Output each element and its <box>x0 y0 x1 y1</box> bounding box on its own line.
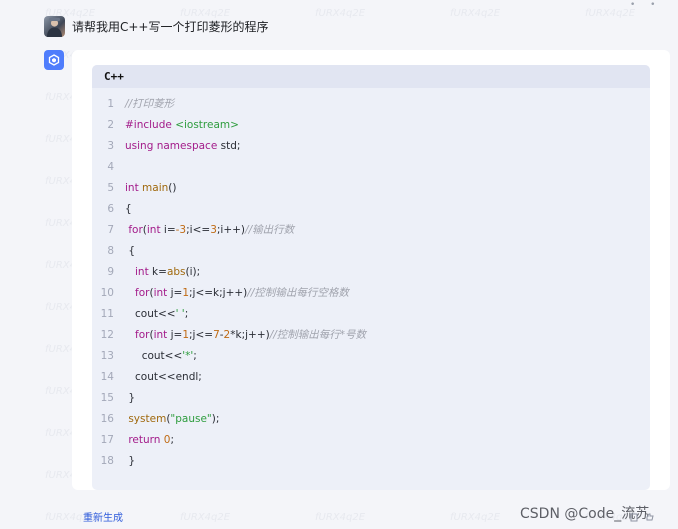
line-number: 14 <box>100 370 114 383</box>
code-text: { <box>125 202 132 215</box>
code-text: int main() <box>125 181 177 194</box>
code-line: 12 for(int j=1;j<=7-2*k;j++)//控制输出每行*号数 <box>92 324 650 345</box>
code-text: return 0; <box>125 433 175 446</box>
code-text: cout<<' '; <box>125 307 189 320</box>
watermark-text: fURX4q2E <box>315 512 366 523</box>
code-text: { <box>125 244 136 257</box>
top-toolbar-icons[interactable]: • • <box>630 0 661 10</box>
code-line: 17 return 0; <box>92 429 650 450</box>
code-line: 15 } <box>92 387 650 408</box>
watermark-text: fURX4q2E <box>585 8 636 19</box>
line-number: 6 <box>107 202 114 215</box>
line-number: 13 <box>100 349 114 362</box>
code-line: 6{ <box>92 198 650 219</box>
code-text: for(int i=-3;i<=3;i++)//输出行数 <box>125 224 295 236</box>
code-block: C++ 1 //打印菱形 2 #include <iostream> 3 using na… <box>92 65 650 490</box>
code-line: 10 for(int j=1;j<=k;j++)//控制输出每行空格数 <box>92 282 650 303</box>
line-number: 9 <box>107 265 114 278</box>
code-text: int k=abs(i); <box>125 265 201 278</box>
code-language-label: C++ <box>92 65 650 88</box>
code-line: 5 int main() <box>92 177 650 198</box>
line-number: 10 <box>100 286 114 299</box>
watermark-text: fURX4q2E <box>450 8 501 19</box>
thumbs-up-icon[interactable] <box>645 507 655 521</box>
user-avatar <box>44 15 65 37</box>
watermark-text: fURX4q2E <box>315 8 366 19</box>
user-message-row: 请帮我用C++写一个打印菱形的程序 <box>44 15 269 37</box>
regenerate-button[interactable]: 重新生成 <box>83 509 123 524</box>
line-number: 3 <box>107 139 114 152</box>
watermark-text: fURX4q2E <box>450 512 501 523</box>
code-text: for(int j=1;j<=k;j++)//控制输出每行空格数 <box>125 287 349 299</box>
code-line: 11 cout<<' '; <box>92 303 650 324</box>
code-line: 14 cout<<endl; <box>92 366 650 387</box>
code-line: 2 #include <iostream> <box>92 114 650 135</box>
code-body: 1 //打印菱形 2 #include <iostream> 3 using namesp… <box>92 88 650 471</box>
code-text: for(int j=1;j<=7-2*k;j++)//控制输出每行*号数 <box>125 329 367 341</box>
line-number: 1 <box>107 97 114 110</box>
line-number: 12 <box>100 328 114 341</box>
line-number: 15 <box>100 391 114 404</box>
code-line: 16 system("pause"); <box>92 408 650 429</box>
line-number: 11 <box>100 307 114 320</box>
line-number: 5 <box>107 181 114 194</box>
line-number: 8 <box>107 244 114 257</box>
code-text: } <box>125 454 136 467</box>
code-text: cout<<endl; <box>125 370 202 383</box>
code-line: 18 } <box>92 450 650 471</box>
code-text: using namespace std; <box>125 139 241 152</box>
code-line: 3 using namespace std; <box>92 135 650 156</box>
user-message-text: 请帮我用C++写一个打印菱形的程序 <box>72 19 269 34</box>
code-text: //打印菱形 <box>125 98 175 110</box>
line-number: 4 <box>107 160 114 173</box>
line-number: 7 <box>107 223 114 236</box>
code-line: 4 <box>92 156 650 177</box>
code-text: cout<<'*'; <box>125 349 197 362</box>
line-number: 17 <box>100 433 114 446</box>
assistant-answer-card: C++ 1 //打印菱形 2 #include <iostream> 3 using na… <box>72 50 670 490</box>
copy-icon[interactable] <box>629 507 639 522</box>
code-text: system("pause"); <box>125 412 220 425</box>
code-line: 13 cout<<'*'; <box>92 345 650 366</box>
assistant-logo-icon <box>44 50 64 70</box>
avatar-icon <box>47 17 62 37</box>
line-number: 2 <box>107 118 114 131</box>
code-line: 1 //打印菱形 <box>92 93 650 114</box>
line-number: 18 <box>100 454 114 467</box>
code-line: 8 { <box>92 240 650 261</box>
line-number: 16 <box>100 412 114 425</box>
code-text: #include <iostream> <box>125 118 239 131</box>
code-line: 9 int k=abs(i); <box>92 261 650 282</box>
code-text: } <box>125 391 136 404</box>
watermark-text: fURX4q2E <box>180 512 231 523</box>
code-line: 7 for(int i=-3;i<=3;i++)//输出行数 <box>92 219 650 240</box>
bottom-toolbar <box>629 507 655 522</box>
